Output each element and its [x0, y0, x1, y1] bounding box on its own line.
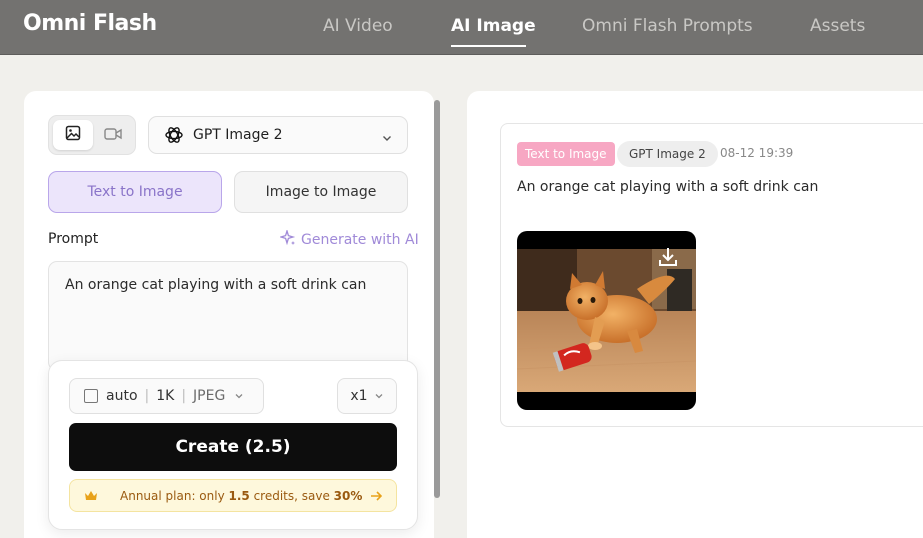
nav-ai-video[interactable]: AI Video — [323, 16, 393, 36]
image-icon — [65, 125, 81, 145]
generate-with-ai-label: Generate with AI — [301, 232, 419, 248]
prompt-text: An orange cat playing with a soft drink … — [65, 277, 367, 293]
chevron-down-icon — [234, 391, 244, 401]
create-button[interactable]: Create (2.5) — [69, 423, 397, 471]
resolution-value: 1K — [156, 388, 175, 404]
crown-icon — [84, 490, 98, 502]
model-label: GPT Image 2 — [193, 127, 283, 143]
arrow-right-icon — [369, 489, 383, 506]
model-badge: GPT Image 2 — [617, 141, 718, 167]
result-prompt-text: An orange cat playing with a soft drink … — [517, 179, 819, 195]
image-count-value: x1 — [350, 388, 368, 404]
nav-ai-image[interactable]: AI Image — [451, 16, 536, 36]
output-options-select[interactable]: auto | 1K | JPEG — [69, 378, 264, 414]
format-value: JPEG — [193, 388, 226, 404]
video-mode-button[interactable] — [93, 120, 133, 150]
image-mode-button[interactable] — [53, 120, 93, 150]
chevron-down-icon — [381, 129, 393, 148]
media-mode-toggle — [48, 115, 136, 155]
option-separator: | — [144, 388, 150, 404]
aspect-ratio-icon — [84, 389, 98, 403]
download-icon — [657, 246, 679, 272]
prompt-textarea[interactable]: An orange cat playing with a soft drink … — [48, 261, 408, 371]
chevron-down-icon — [374, 391, 384, 401]
aspect-ratio-value: auto — [106, 388, 138, 404]
prompt-label: Prompt — [48, 231, 99, 247]
annual-plan-promo[interactable]: Annual plan: only 1.5 credits, save 30% — [69, 479, 397, 512]
top-nav-bar: Omni Flash AI Video AI Image Omni Flash … — [0, 0, 923, 55]
option-separator: | — [181, 388, 187, 404]
model-select[interactable]: GPT Image 2 — [148, 116, 408, 154]
tab-image-to-image[interactable]: Image to Image — [234, 171, 408, 213]
generator-scrollbar[interactable] — [434, 100, 440, 498]
openai-logo-icon — [163, 124, 185, 146]
result-timestamp: 08-12 19:39 — [720, 146, 794, 160]
app-logo[interactable]: Omni Flash — [23, 11, 157, 36]
nav-omni-flash-prompts[interactable]: Omni Flash Prompts — [582, 16, 753, 36]
image-count-select[interactable]: x1 — [337, 378, 397, 414]
generation-type-badge: Text to Image — [517, 142, 615, 166]
tab-text-to-image[interactable]: Text to Image — [48, 171, 222, 213]
video-camera-icon — [104, 126, 122, 145]
nav-active-indicator — [451, 45, 526, 47]
promo-text: Annual plan: only 1.5 credits, save 30% — [120, 488, 363, 503]
sparkle-icon — [278, 228, 296, 250]
generate-with-ai-button[interactable]: Generate with AI — [278, 228, 419, 250]
download-button[interactable] — [655, 246, 681, 272]
nav-assets[interactable]: Assets — [810, 16, 865, 36]
